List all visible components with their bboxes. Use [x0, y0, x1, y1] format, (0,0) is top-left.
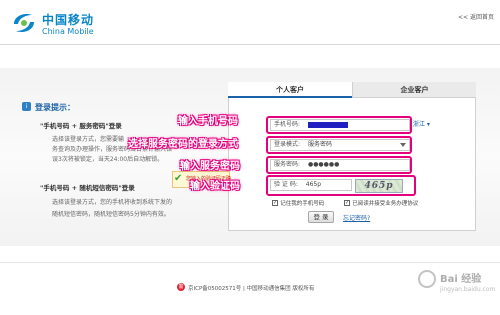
annotation-password: 输入服务密码 — [180, 161, 240, 172]
tip-heading: "手机号码 + 随机短信密码"登录 — [40, 184, 135, 192]
header-divider — [0, 44, 500, 45]
tips-title: 登录提示： — [35, 103, 75, 112]
phone-number-redaction — [307, 121, 348, 128]
tip-heading: "手机号码 + 服务密码"登录 — [40, 122, 122, 130]
forgot-password-link[interactable]: 忘记密码? — [343, 213, 370, 222]
icp-badge-icon: 警 — [177, 283, 185, 291]
login-button[interactable]: 登 录 — [308, 211, 334, 223]
captcha-field[interactable]: 验 证 码: 465p — [270, 179, 352, 191]
tip-text: 选择该登录方式，您需要输 — [52, 136, 125, 143]
annotation-mode: 选择服务密码的登录方式 — [128, 139, 238, 150]
info-icon: i — [22, 102, 31, 111]
tab-personal[interactable]: 个人客户 — [228, 82, 352, 98]
footer-copyright: 京ICP备05002571号 | 中国移动通信集团 版权所有 — [188, 286, 315, 292]
annotation-phone: 输入手机号码 — [178, 116, 238, 127]
tip-text: 随机短信密码，随机短信密码5分钟内有效。 — [52, 211, 170, 218]
agree-checkbox-row[interactable]: ✓ 已阅读并接受业务办理协议 — [344, 199, 418, 207]
region-select[interactable]: 浙江 ▾ — [413, 119, 430, 128]
login-mode-value: 服务密码 — [307, 141, 332, 148]
captcha-label: 验 证 码: — [274, 181, 298, 188]
annotation-captcha: 输入验证码 — [190, 181, 240, 192]
watermark-text: Bai 经验 — [440, 274, 482, 285]
remember-checkbox[interactable]: ✓ — [272, 200, 278, 206]
footer-divider — [0, 262, 500, 263]
check-icon: ✔ — [174, 173, 183, 184]
tip-text: 误3次将被锁定，当天24:00后自动解锁。 — [52, 156, 164, 163]
remember-checkbox-row[interactable]: ✓ 记住我的手机号码 — [272, 199, 324, 207]
tab-enterprise[interactable]: 企业客户 — [352, 82, 476, 98]
back-home-link[interactable]: << 返回首页 — [458, 12, 494, 21]
captcha-image[interactable]: 465p — [355, 179, 403, 193]
phone-label: 手机号码: — [274, 121, 301, 128]
captcha-value: 465p — [305, 181, 322, 188]
china-mobile-logo-icon — [14, 14, 34, 32]
login-mode-select[interactable]: 登录模式: 服务密码 — [270, 139, 410, 151]
brand-name-en: China Mobile — [42, 27, 94, 36]
brand-name-cn: 中国移动 — [42, 13, 95, 27]
agree-checkbox[interactable]: ✓ — [344, 200, 350, 206]
tip-text: 选择该登录方式，您的手机将收到系统下发的 — [52, 199, 173, 206]
password-value: ●●●●●● — [307, 161, 340, 168]
watermark-url: jingyan.baidu.com — [440, 286, 496, 293]
remember-label: 记住我的手机号码 — [280, 201, 325, 207]
password-label: 服务密码: — [274, 161, 301, 168]
login-mode-label: 登录模式: — [274, 141, 301, 148]
phone-field[interactable]: 手机号码: — [270, 119, 410, 131]
password-field[interactable]: 服务密码: ●●●●●● — [270, 159, 410, 171]
watermark-paw-icon — [418, 270, 436, 288]
chevron-down-icon — [400, 143, 406, 147]
agree-label: 已阅读并接受业务办理协议 — [352, 201, 419, 207]
